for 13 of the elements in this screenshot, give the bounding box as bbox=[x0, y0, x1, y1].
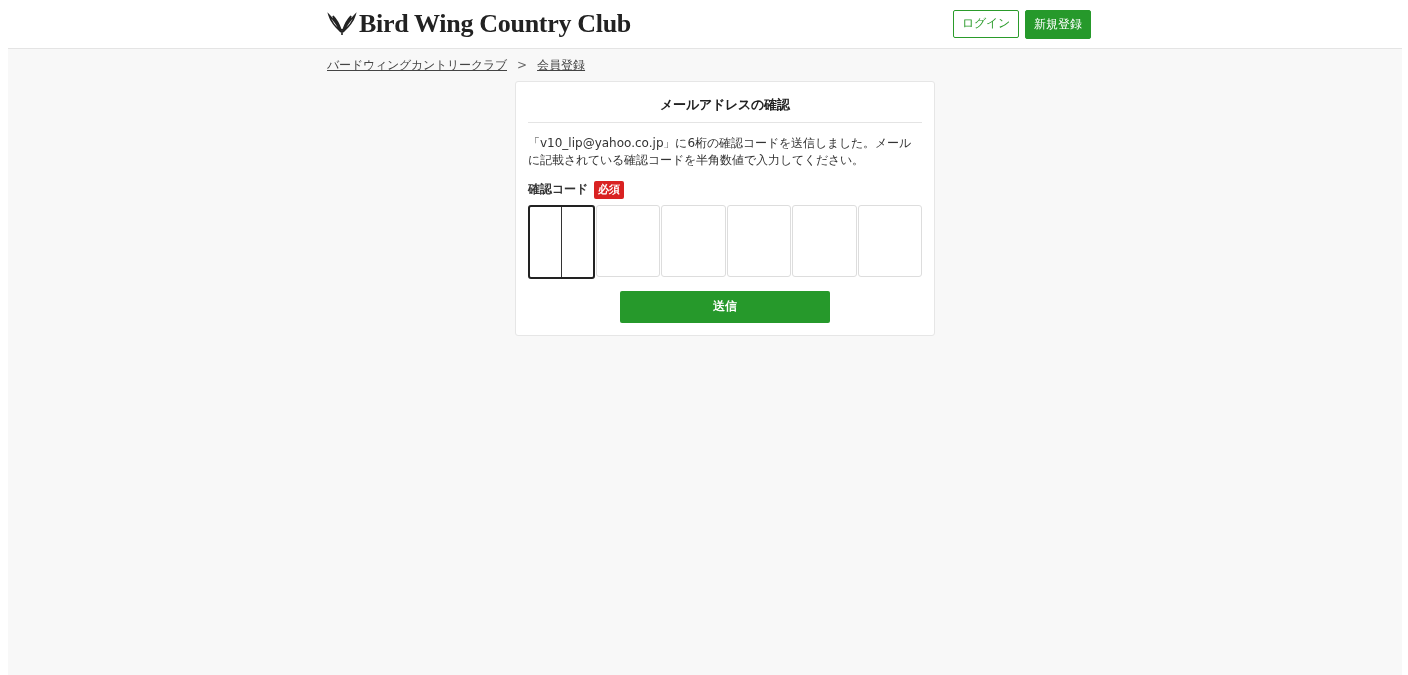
site-logo[interactable]: Bird Wing Country Club bbox=[359, 9, 632, 39]
breadcrumb-separator: > bbox=[517, 58, 528, 72]
breadcrumb-link[interactable]: 会員登録 bbox=[537, 56, 586, 74]
field-label: 確認コード bbox=[528, 181, 588, 199]
card-title: メールアドレスの確認 bbox=[528, 92, 922, 123]
required-badge: 必須 bbox=[594, 180, 624, 199]
breadcrumb-link[interactable]: バードウィングカントリークラブ bbox=[327, 56, 507, 74]
register-button[interactable]: 新規登録 bbox=[1025, 9, 1091, 39]
login-button[interactable]: ログイン bbox=[953, 9, 1019, 38]
submit-button[interactable]: 送信 bbox=[620, 290, 830, 323]
message-text: 「v10_lip@yahoo.co.jp」に6桁の確認コードを送信しました。メールに記載されている確認コードを半角数値で入力してください。 bbox=[528, 135, 913, 169]
code-input-field[interactable] bbox=[528, 204, 595, 279]
wings-logo-icon bbox=[327, 12, 357, 36]
